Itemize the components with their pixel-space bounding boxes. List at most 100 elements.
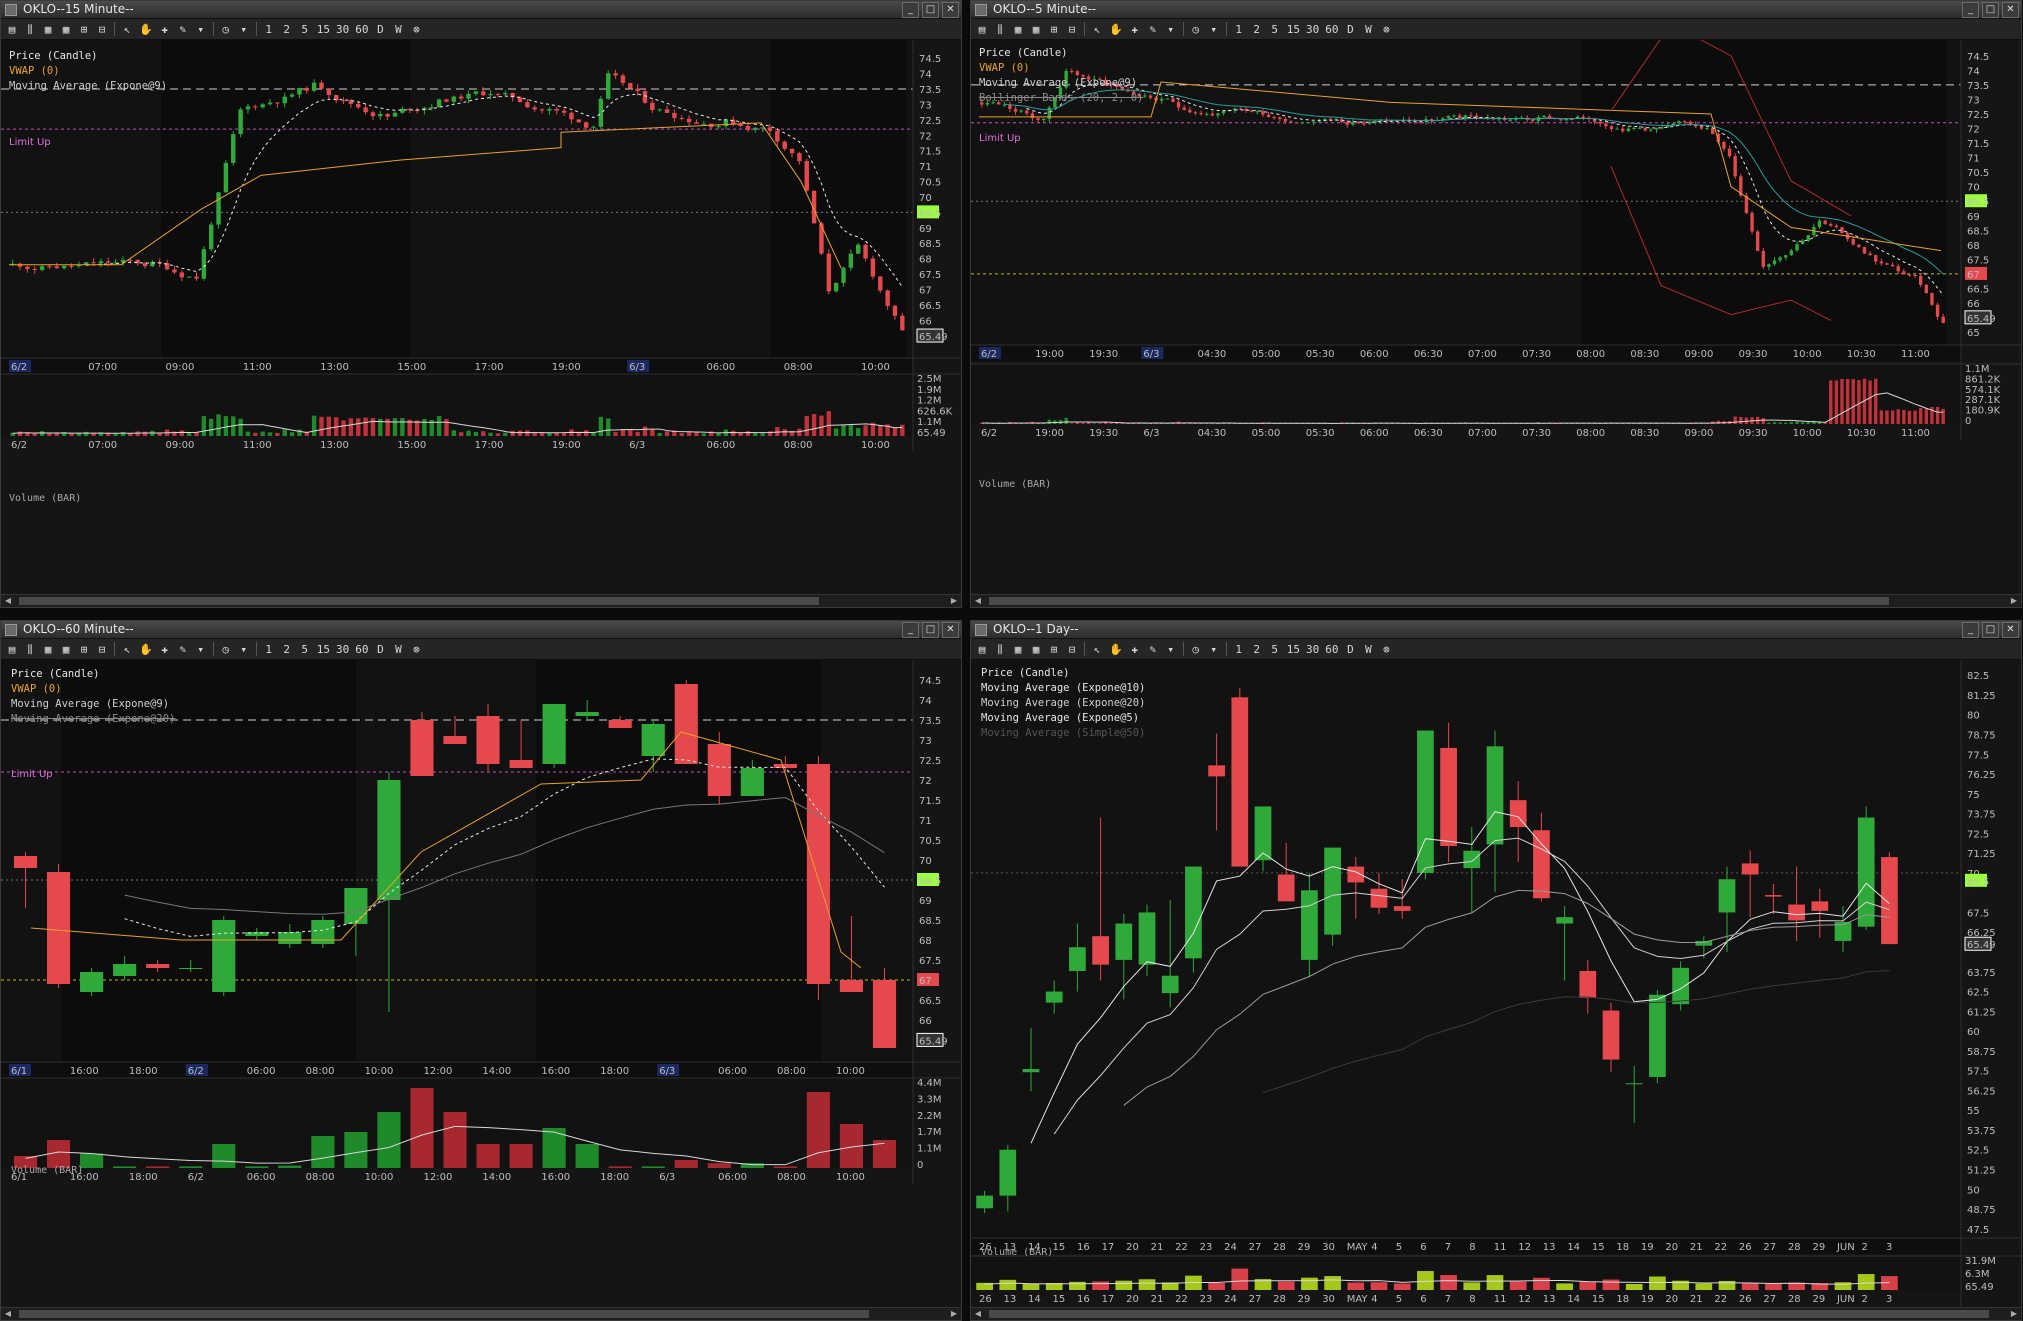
- crosshair-icon[interactable]: ✚: [157, 22, 173, 37]
- cursor-icon[interactable]: ↖: [1089, 642, 1105, 657]
- scroll-left-icon[interactable]: ◀: [973, 1309, 983, 1319]
- chart-window-5min[interactable]: OKLO--5 Minute-- _ □ ✕ ▤ ⫼ ▦ ▦ ⊞ ⊟ ↖ ✋ ✚ ✎ ▾ ◷ ▾ 1 2 5 1…: [970, 0, 2022, 608]
- interval-button-1[interactable]: 1: [1231, 642, 1247, 657]
- scroll-thumb[interactable]: [19, 597, 819, 605]
- minimize-button[interactable]: _: [902, 2, 919, 18]
- interval-button-d[interactable]: D: [1342, 642, 1358, 657]
- horizontal-scrollbar[interactable]: ◀ ▶: [1, 594, 961, 607]
- tile-icon[interactable]: ⊞: [76, 642, 92, 657]
- minimize-button[interactable]: _: [902, 622, 919, 638]
- clock-icon[interactable]: ◷: [1188, 642, 1204, 657]
- interval-button-5[interactable]: 5: [1267, 22, 1283, 37]
- maximize-button[interactable]: □: [922, 2, 939, 18]
- interval-button-30[interactable]: 30: [334, 22, 351, 37]
- scroll-left-icon[interactable]: ◀: [3, 596, 13, 606]
- dropdown-icon[interactable]: ▾: [193, 642, 209, 657]
- pencil-icon[interactable]: ✎: [1145, 22, 1161, 37]
- pencil-icon[interactable]: ✎: [175, 642, 191, 657]
- crosshair-icon[interactable]: ✚: [157, 642, 173, 657]
- scroll-thumb[interactable]: [989, 597, 1889, 605]
- chart-window-15min[interactable]: OKLO--15 Minute-- _ □ ✕ ▤ ⫼ ▦ ▦ ⊞ ⊟ ↖ ✋ ✚ ✎ ▾ ◷ ▾ 1 2 5…: [0, 0, 962, 608]
- close-button[interactable]: ✕: [2002, 622, 2019, 638]
- price-chart[interactable]: 74.5 74 73.5 73 72.5 72 71.5 71 70.5 70 69.5 69 68.5…: [971, 40, 2021, 593]
- scroll-thumb[interactable]: [989, 1310, 1989, 1318]
- interval-button-2[interactable]: 2: [279, 642, 295, 657]
- dropdown-icon[interactable]: ▾: [1206, 22, 1222, 37]
- chart-window-daily[interactable]: OKLO--1 Day-- _ □ ✕ ▤ ⫼ ▦ ▦ ⊞ ⊟ ↖ ✋ ✚ ✎ ▾ ◷ ▾ 1 2 5 15 30…: [970, 620, 2022, 1321]
- scroll-right-icon[interactable]: ▶: [949, 1309, 959, 1319]
- cursor-icon[interactable]: ↖: [119, 642, 135, 657]
- interval-button-30[interactable]: 30: [1304, 642, 1321, 657]
- window-icon[interactable]: ⊟: [1064, 642, 1080, 657]
- hand-icon[interactable]: ✋: [137, 642, 155, 657]
- crosshair-icon[interactable]: ✚: [1127, 642, 1143, 657]
- window-titlebar[interactable]: OKLO--15 Minute-- _ □ ✕: [1, 1, 961, 19]
- interval-button-60[interactable]: 60: [1323, 22, 1340, 37]
- hand-icon[interactable]: ✋: [1107, 22, 1125, 37]
- interval-button-60[interactable]: 60: [1323, 642, 1340, 657]
- grid-icon[interactable]: ▦: [40, 22, 56, 37]
- interval-button-d[interactable]: D: [372, 22, 388, 37]
- interval-button-2[interactable]: 2: [1249, 642, 1265, 657]
- columns-icon[interactable]: ⫼: [992, 642, 1008, 657]
- interval-button-5[interactable]: 5: [297, 642, 313, 657]
- grid2-icon[interactable]: ▦: [58, 22, 74, 37]
- price-chart[interactable]: 82.581.258078.7577.576.257573.7572.571.2…: [971, 660, 2021, 1306]
- dropdown-icon[interactable]: ▾: [236, 22, 252, 37]
- dropdown-icon[interactable]: ▾: [193, 22, 209, 37]
- interval-button-60[interactable]: 60: [353, 642, 370, 657]
- columns-icon[interactable]: ⫼: [992, 22, 1008, 37]
- maximize-button[interactable]: □: [1982, 622, 1999, 638]
- settings-icon[interactable]: ⊗: [408, 642, 424, 657]
- scroll-thumb[interactable]: [19, 1310, 869, 1318]
- settings-icon[interactable]: ⊗: [1378, 642, 1394, 657]
- cursor-icon[interactable]: ↖: [1089, 22, 1105, 37]
- price-chart[interactable]: 74.5 74 73.5 73 72.5 72 71.5 71 70.5 70 69.5 69 68.5…: [1, 660, 961, 1306]
- window-icon[interactable]: ⊟: [94, 22, 110, 37]
- close-button[interactable]: ✕: [942, 2, 959, 18]
- scroll-right-icon[interactable]: ▶: [2009, 596, 2019, 606]
- columns-icon[interactable]: ⫼: [22, 22, 38, 37]
- tile-icon[interactable]: ⊞: [1046, 22, 1062, 37]
- interval-button-15[interactable]: 15: [315, 22, 332, 37]
- tile-icon[interactable]: ⊞: [1046, 642, 1062, 657]
- interval-button-w[interactable]: W: [1360, 22, 1376, 37]
- interval-button-d[interactable]: D: [372, 642, 388, 657]
- clock-icon[interactable]: ◷: [218, 642, 234, 657]
- layout-icon[interactable]: ▤: [4, 22, 20, 37]
- dropdown-icon[interactable]: ▾: [1163, 22, 1179, 37]
- minimize-button[interactable]: _: [1962, 2, 1979, 18]
- interval-button-15[interactable]: 15: [1285, 642, 1302, 657]
- window-titlebar[interactable]: OKLO--60 Minute-- _ □ ✕: [1, 621, 961, 639]
- layout-icon[interactable]: ▤: [4, 642, 20, 657]
- horizontal-scrollbar[interactable]: ◀ ▶: [971, 594, 2021, 607]
- scroll-right-icon[interactable]: ▶: [949, 596, 959, 606]
- window-titlebar[interactable]: OKLO--5 Minute-- _ □ ✕: [971, 1, 2021, 19]
- tile-icon[interactable]: ⊞: [76, 22, 92, 37]
- interval-button-1[interactable]: 1: [261, 22, 277, 37]
- window-icon[interactable]: ⊟: [1064, 22, 1080, 37]
- interval-button-15[interactable]: 15: [315, 642, 332, 657]
- clock-icon[interactable]: ◷: [1188, 22, 1204, 37]
- close-button[interactable]: ✕: [942, 622, 959, 638]
- pencil-icon[interactable]: ✎: [1145, 642, 1161, 657]
- dropdown-icon[interactable]: ▾: [1163, 642, 1179, 657]
- dropdown-icon[interactable]: ▾: [1206, 642, 1222, 657]
- hand-icon[interactable]: ✋: [1107, 642, 1125, 657]
- dropdown-icon[interactable]: ▾: [236, 642, 252, 657]
- scroll-left-icon[interactable]: ◀: [973, 596, 983, 606]
- interval-button-15[interactable]: 15: [1285, 22, 1302, 37]
- horizontal-scrollbar[interactable]: ◀ ▶: [1, 1307, 961, 1320]
- interval-button-w[interactable]: W: [390, 22, 406, 37]
- interval-button-2[interactable]: 2: [279, 22, 295, 37]
- interval-button-1[interactable]: 1: [261, 642, 277, 657]
- interval-button-1[interactable]: 1: [1231, 22, 1247, 37]
- grid-icon[interactable]: ▦: [1010, 642, 1026, 657]
- hand-icon[interactable]: ✋: [137, 22, 155, 37]
- price-chart[interactable]: 74.5 74 73.5 73 72.5 72 71.5 71 70.5 70 69.5 69 68.5…: [1, 40, 961, 593]
- grid-icon[interactable]: ▦: [1010, 22, 1026, 37]
- window-icon[interactable]: ⊟: [94, 642, 110, 657]
- scroll-left-icon[interactable]: ◀: [3, 1309, 13, 1319]
- grid2-icon[interactable]: ▦: [1028, 642, 1044, 657]
- crosshair-icon[interactable]: ✚: [1127, 22, 1143, 37]
